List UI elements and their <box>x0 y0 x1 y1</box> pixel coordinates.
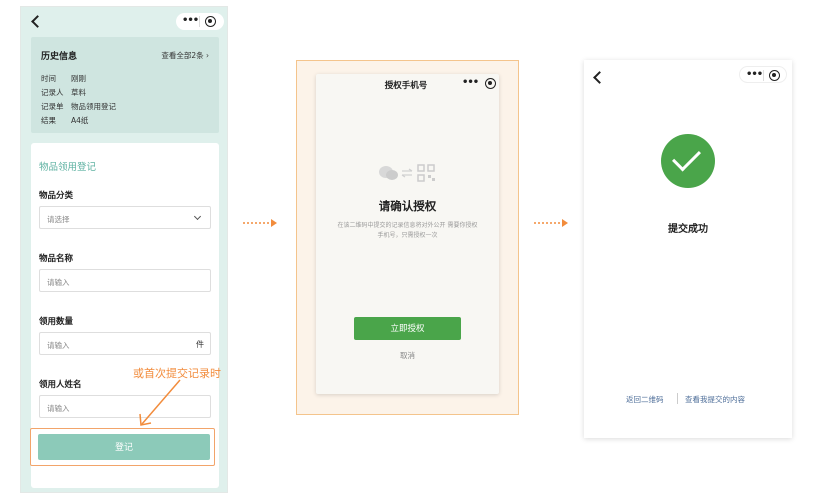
close-target-icon[interactable] <box>205 16 216 27</box>
history-row: 记录单 物品领用登记 <box>41 102 116 111</box>
cancel-link[interactable]: 取消 <box>316 350 499 361</box>
success-heading: 提交成功 <box>668 224 708 235</box>
history-row: 时间 刚刚 <box>41 74 86 83</box>
close-target-icon[interactable] <box>485 78 496 89</box>
category-label: 物品分类 <box>39 191 74 201</box>
back-to-qrcode-link[interactable]: 返回二维码 <box>626 394 664 405</box>
nav-bar: ••• <box>21 7 227 35</box>
wechat-to-qrcode-icon <box>379 164 435 182</box>
authorize-button[interactable]: 立即授权 <box>354 317 461 340</box>
form-title: 物品领用登记 <box>39 162 97 173</box>
flow-arrow-icon <box>243 219 277 227</box>
annotation-arrow-icon <box>139 379 181 426</box>
history-title: 历史信息 <box>41 52 78 62</box>
view-submission-link[interactable]: 查看我提交的内容 <box>685 394 745 405</box>
more-dots-icon[interactable]: ••• <box>462 78 479 88</box>
item-name-input[interactable]: 请输入 <box>39 269 211 292</box>
success-check-icon <box>661 134 715 188</box>
view-all-history-link[interactable]: 查看全部2条 › <box>161 50 209 61</box>
mini-program-capsule[interactable]: ••• <box>176 13 224 30</box>
category-select[interactable]: 请选择 <box>39 206 211 229</box>
chevron-down-icon <box>193 212 202 221</box>
close-target-icon[interactable] <box>769 70 780 81</box>
history-card: 历史信息 查看全部2条 › 时间 刚刚 记录人 草料 记录单 物品领用登记 结果 A4纸 <box>31 37 219 133</box>
mini-program-capsule[interactable]: ••• <box>739 66 787 83</box>
back-arrow-icon[interactable] <box>31 15 44 28</box>
more-dots-icon[interactable]: ••• <box>182 16 199 26</box>
mini-program-capsule[interactable]: ••• <box>456 75 504 92</box>
flow-arrow-icon <box>534 219 568 227</box>
more-dots-icon[interactable]: ••• <box>746 70 763 80</box>
history-row: 记录人 草料 <box>41 88 86 97</box>
person-name-label: 领用人姓名 <box>39 380 82 390</box>
item-name-label: 物品名称 <box>39 254 74 264</box>
register-button[interactable]: 登记 <box>38 434 210 460</box>
quantity-unit: 件 <box>196 340 204 349</box>
screen-success: ••• 提交成功 返回二维码 查看我提交的内容 <box>584 60 792 438</box>
back-arrow-icon[interactable] <box>593 71 606 84</box>
link-divider <box>677 393 678 404</box>
screen-authorize: 授权手机号 ••• 请确认授权 在该二维码中提交的记录信息将对外公开 需要你授权… <box>316 74 499 394</box>
quantity-input[interactable]: 请输入 件 <box>39 332 211 355</box>
quantity-label: 领用数量 <box>39 317 74 327</box>
nav-title: 授权手机号 <box>384 81 428 91</box>
auth-description: 在该二维码中提交的记录信息将对外公开 需要你授权手机号，只需授权一次 <box>337 222 478 239</box>
screen-form: ••• 历史信息 查看全部2条 › 时间 刚刚 记录人 草料 记录单 物品领用登记 结… <box>20 6 228 493</box>
history-row: 结果 A4纸 <box>41 116 89 125</box>
auth-heading: 请确认授权 <box>378 199 437 213</box>
